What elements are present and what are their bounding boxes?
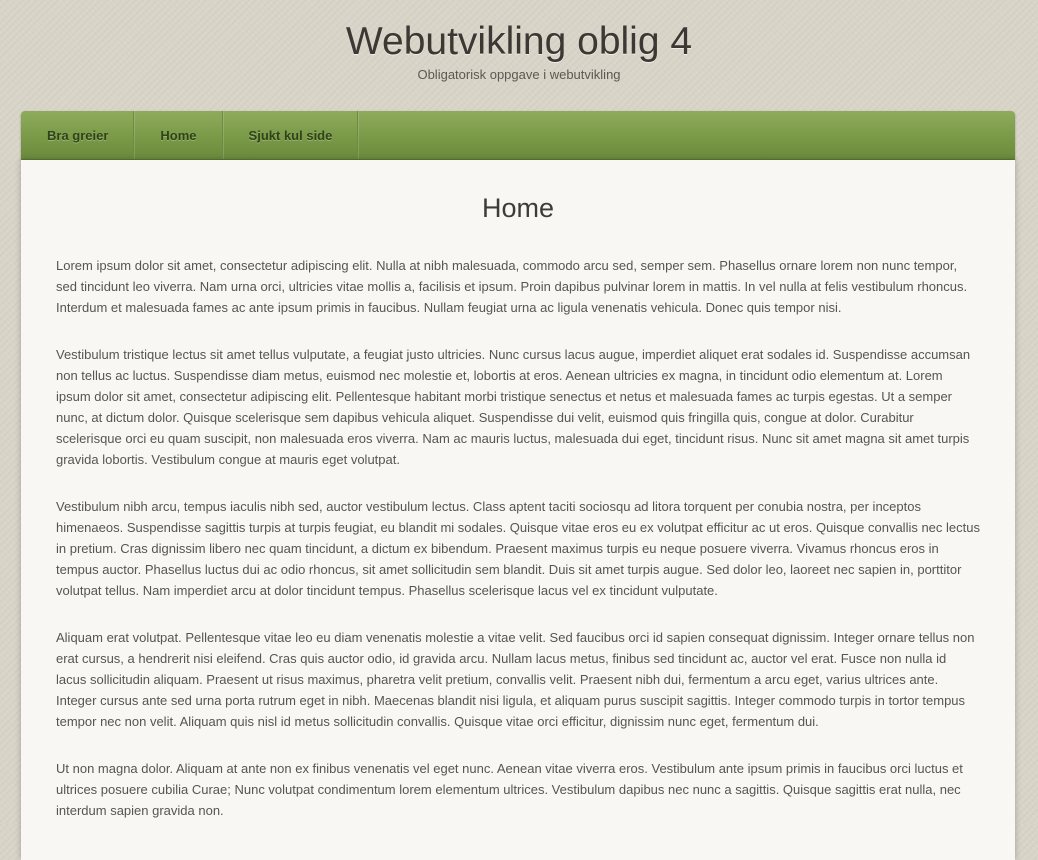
- content-paragraph-5: Ut non magna dolor. Aliquam at ante non …: [56, 761, 963, 818]
- content-panel: Home Lorem ipsum dolor sit amet, consect…: [21, 160, 1015, 860]
- nav-list: Bra greier Home Sjukt kul side: [21, 111, 1015, 159]
- page-heading: Home: [481, 193, 555, 223]
- main-navigation: Bra greier Home Sjukt kul side: [21, 111, 1015, 160]
- content-paragraph-2: Vestibulum tristique lectus sit amet tel…: [56, 347, 971, 467]
- content-paragraph-3: Vestibulum nibh arcu, tempus iaculis nib…: [56, 499, 980, 598]
- site-subtitle: Obligatorisk oppgave i webutvikling: [417, 67, 621, 82]
- nav-item-home[interactable]: Home: [134, 111, 223, 159]
- nav-item-sjukt-kul-side[interactable]: Sjukt kul side: [223, 111, 359, 159]
- site-title: Webutvikling oblig 4: [345, 20, 693, 63]
- content-paragraph-4: Aliquam erat volutpat. Pellentesque vita…: [56, 630, 975, 729]
- content-paragraph-1: Lorem ipsum dolor sit amet, consectetur …: [56, 258, 968, 315]
- site-header: Webutvikling oblig 4 Obligatorisk oppgav…: [0, 0, 1038, 110]
- nav-item-bra-greier[interactable]: Bra greier: [21, 111, 135, 159]
